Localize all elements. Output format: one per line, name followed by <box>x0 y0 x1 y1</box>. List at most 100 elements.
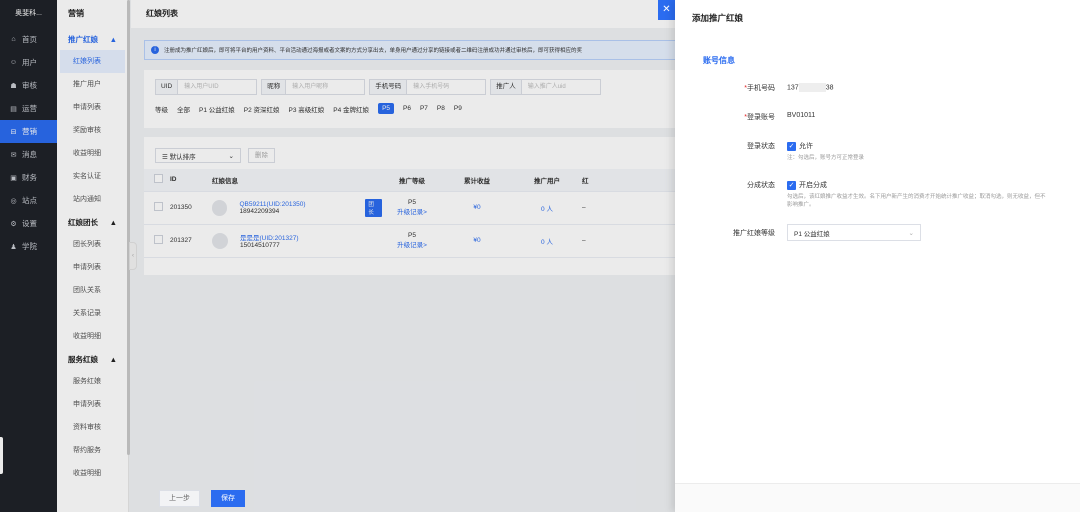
group-service-matchmaker[interactable]: 服务红娘 ▲ <box>57 348 128 370</box>
close-icon: ✕ <box>662 4 671 15</box>
sidebar-sub-item[interactable]: 奖励审核 <box>57 119 128 142</box>
filter-input[interactable]: 输入用户UID <box>178 80 256 94</box>
login-allow-checkbox[interactable]: ✓ 允许 <box>787 141 813 151</box>
sidebar-sub-item[interactable]: 关系记录 <box>57 302 128 325</box>
level-filter-option[interactable]: P9 <box>454 105 462 112</box>
phone-value[interactable]: 137 38 <box>787 83 833 93</box>
promoted-users-value[interactable]: 0 人 <box>512 191 582 225</box>
close-drawer-button[interactable]: ✕ <box>658 0 675 20</box>
academy-icon: ♟ <box>10 243 17 251</box>
app-root: 奥斐科... ⌂ 首页 ☺ 用户 ☗ 审核 ▤ 运营 ⊟ 营销 ✉ 消息 ▣ 财务 ◎ 站点 ⚙ 设置 ♟ 学院 营销… <box>0 0 1080 512</box>
collapse-sidebar-toggle[interactable]: ‹ <box>129 242 137 270</box>
group-team-leader[interactable]: 红娘团长 ▲ <box>57 211 128 233</box>
delete-button[interactable]: 删除 <box>248 148 275 163</box>
sidebar-sub-item[interactable]: 团队关系 <box>57 279 128 302</box>
level-filter-option[interactable]: P8 <box>437 105 445 112</box>
nav-item-label: 站点 <box>22 196 37 205</box>
sidebar-sub-item[interactable]: 红娘列表 <box>60 50 125 73</box>
level-filter-option[interactable]: P5 <box>378 103 395 114</box>
nav-item[interactable]: ♟ 学院 <box>0 235 57 258</box>
check-icon: ✓ <box>787 141 796 151</box>
row-checkbox[interactable] <box>154 202 163 211</box>
sidebar-sub-item[interactable]: 收益明细 <box>57 462 128 485</box>
row-extra: – <box>582 224 675 258</box>
upgrade-record-link[interactable]: 升级记录> <box>382 206 442 216</box>
level-filter-option[interactable]: P3 高级红娘 <box>289 104 325 114</box>
sidebar-sub-item[interactable]: 团长列表 <box>57 233 128 256</box>
promoter-level-select[interactable]: P1 公益红娘 ⌄ <box>787 224 921 241</box>
sidebar-sub-item[interactable]: 站内通知 <box>57 188 128 211</box>
login-allow-text: 允许 <box>799 143 813 150</box>
account-label: 登录账号 <box>747 114 775 121</box>
nav-item-label: 设置 <box>22 219 37 228</box>
group-label: 红娘团长 <box>68 217 98 227</box>
group-label: 推广红娘 <box>68 34 98 44</box>
level-filter-option[interactable]: 全部 <box>177 104 190 114</box>
level-filter-option[interactable]: P6 <box>403 105 411 112</box>
sidebar-sub-item[interactable]: 申请列表 <box>57 256 128 279</box>
nav-item[interactable]: ◎ 站点 <box>0 189 57 212</box>
site-icon: ◎ <box>10 197 17 205</box>
info-icon: i <box>151 46 159 54</box>
user-icon: ☺ <box>9 59 18 66</box>
upgrade-record-link[interactable]: 升级记录> <box>382 239 442 249</box>
promoted-users-value[interactable]: 0 人 <box>512 224 582 258</box>
income-value[interactable]: ¥0 <box>442 191 512 225</box>
nav-item[interactable]: ☗ 审核 <box>0 74 57 97</box>
level-field-label: 推广红娘等级 <box>733 229 775 237</box>
chevron-down-icon: ⌄ <box>228 152 234 160</box>
row-checkbox[interactable] <box>154 235 163 244</box>
page-title: 红娘列表 <box>131 0 675 28</box>
sidebar-sub-item[interactable]: 申请列表 <box>57 96 128 119</box>
nav-item[interactable]: ☺ 用户 <box>0 51 57 74</box>
leader-badge: 团长 <box>365 198 382 217</box>
select-all-checkbox[interactable] <box>154 174 163 184</box>
income-value[interactable]: ¥0 <box>442 224 512 258</box>
filter-field: 昵称 输入用户昵称 <box>261 79 366 95</box>
secondary-sidebar: 营销 推广红娘 ▲ 红娘列表 推广用户 申请列表 奖励审核 收益明细 实名认证 站内通知 红… <box>57 0 129 512</box>
sidebar-scrollbar[interactable] <box>127 0 130 455</box>
primary-sidebar: 奥斐科... ⌂ 首页 ☺ 用户 ☗ 审核 ▤ 运营 ⊟ 营销 ✉ 消息 ▣ 财务 ◎ 站点 ⚙ 设置 ♟ 学院 <box>0 0 57 512</box>
sidebar-sub-item[interactable]: 资料审核 <box>57 416 128 439</box>
previous-step-button[interactable]: 上一步 <box>159 490 200 507</box>
nav-item[interactable]: ⊟ 营销 <box>0 120 57 143</box>
account-value: BV01011 <box>787 112 816 119</box>
nav-item-label: 学院 <box>22 242 37 251</box>
filter-input[interactable]: 输入手机号码 <box>407 80 485 94</box>
level-filter-option[interactable]: P1 公益红娘 <box>199 104 235 114</box>
save-button[interactable]: 保存 <box>211 490 245 507</box>
sidebar-sub-item[interactable]: 收益明细 <box>57 142 128 165</box>
matchmaker-name-link[interactable]: 是是是(UID:201327) <box>240 232 370 242</box>
sort-icon: ☰ <box>162 153 170 161</box>
nav-item[interactable]: ⌂ 首页 <box>0 28 57 51</box>
sidebar-sub-item[interactable]: 推广用户 <box>57 73 128 96</box>
level-filter-option[interactable]: P7 <box>420 105 428 112</box>
nav-item-label: 财务 <box>22 173 37 182</box>
level-value: P5 <box>408 232 416 239</box>
column-header: ID <box>170 169 212 192</box>
check-icon: ✓ <box>787 180 796 190</box>
level-filter-option[interactable]: P4 金牌红娘 <box>333 104 369 114</box>
sort-select[interactable]: ☰ 默认排序 ⌄ <box>155 148 241 163</box>
sidebar-sub-item[interactable]: 实名认证 <box>57 165 128 188</box>
filter-input[interactable]: 输入用户昵称 <box>286 80 364 94</box>
share-enable-checkbox[interactable]: ✓ 开启分成 <box>787 180 827 190</box>
nav-item[interactable]: ▤ 运营 <box>0 97 57 120</box>
level-filter-option[interactable]: P2 资深红娘 <box>244 104 280 114</box>
filter-input[interactable]: 输入推广人uid <box>522 80 600 94</box>
group-promoter-matchmaker[interactable]: 推广红娘 ▲ <box>57 28 128 50</box>
sidebar-sub-item[interactable]: 帮约服务 <box>57 439 128 462</box>
sidebar-handle[interactable] <box>0 437 3 474</box>
nav-item[interactable]: ✉ 消息 <box>0 143 57 166</box>
sidebar-sub-item[interactable]: 收益明细 <box>57 325 128 348</box>
phone-label: 手机号码 <box>747 85 775 92</box>
nav-item[interactable]: ▣ 财务 <box>0 166 57 189</box>
matchmaker-name-link[interactable]: QB59211(UID:201350) <box>239 201 365 208</box>
phone-suffix: 38 <box>825 84 834 92</box>
column-header: 红 <box>582 169 675 192</box>
sidebar-sub-item[interactable]: 服务红娘 <box>57 370 128 393</box>
sidebar-sub-item[interactable]: 申请列表 <box>57 393 128 416</box>
avatar <box>212 232 228 249</box>
nav-item-label: 消息 <box>22 150 37 159</box>
nav-item[interactable]: ⚙ 设置 <box>0 212 57 235</box>
